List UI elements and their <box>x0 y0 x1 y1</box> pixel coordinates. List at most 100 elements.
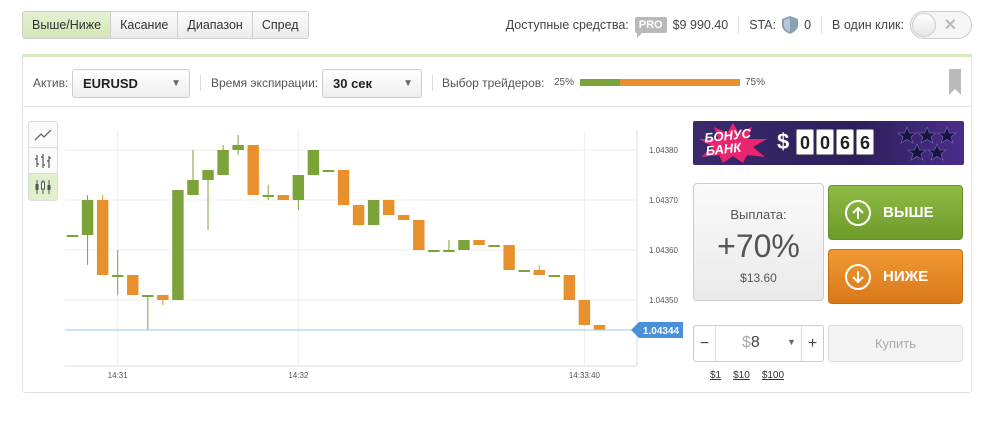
tab-range[interactable]: Диапазон <box>178 12 253 38</box>
bonus-currency: $ <box>777 129 790 154</box>
x-tick-label: 14:33:40 <box>569 371 601 380</box>
funds-value: $9 990.40 <box>672 18 729 32</box>
bonus-bank-banner[interactable]: БОНУС БАНК $ 0 0 6 6 <box>693 121 964 165</box>
bonus-counter: 0 0 6 6 <box>796 129 874 155</box>
quick-amount-100[interactable]: $100 <box>762 370 784 381</box>
close-icon: ✕ <box>943 17 957 34</box>
candle-body <box>217 150 229 175</box>
y-tick-label: 1.04370 <box>649 196 678 205</box>
candle-body <box>277 195 290 200</box>
candle-body <box>157 295 169 300</box>
y-tick-label: 1.04350 <box>649 296 678 305</box>
expiry-select[interactable]: 30 сек ▼ <box>322 69 422 98</box>
bookmark-icon[interactable] <box>949 69 961 95</box>
candle-body <box>142 295 154 297</box>
candle-body <box>578 300 591 325</box>
candle-body <box>548 275 561 277</box>
traders-down-percent: 75% <box>745 77 766 88</box>
traders-choice-label: Выбор трейдеров: <box>442 76 545 90</box>
payout-label: Выплата: <box>730 207 787 222</box>
candle-body <box>398 215 410 220</box>
chevron-down-icon: ▼ <box>171 78 181 89</box>
y-tick-label: 1.04360 <box>649 246 678 255</box>
candle-body <box>518 270 530 272</box>
bonus-title: БОНУС БАНК <box>704 126 753 159</box>
candle-body <box>262 195 274 197</box>
candle-body <box>322 170 335 172</box>
amount-input[interactable]: $8 <box>742 334 760 352</box>
asset-select[interactable]: EURUSD ▼ <box>72 69 190 98</box>
current-price-label: 1.04344 <box>643 326 680 337</box>
toggle-knob <box>912 13 936 37</box>
traders-up-percent: 25% <box>554 77 575 88</box>
increase-amount-button[interactable]: + <box>801 326 823 361</box>
candle-body <box>503 245 515 270</box>
top-bar: Выше/Ниже Касание Диапазон Спред Доступн… <box>0 0 990 52</box>
candle-body <box>307 150 320 175</box>
candle-body <box>232 145 244 150</box>
candle-body <box>443 250 455 252</box>
quick-amounts: $1 $10 $100 <box>710 370 784 381</box>
divider <box>821 16 823 34</box>
x-tick-label: 14:32 <box>288 371 309 380</box>
trading-panel: Актив: EURUSD ▼ Время экспирации: 30 сек… <box>22 57 972 393</box>
traders-up-bar <box>580 79 620 86</box>
trade-controls: Актив: EURUSD ▼ Время экспирации: 30 сек… <box>23 57 971 107</box>
expiry-label: Время экспирации: <box>211 76 319 90</box>
put-lower-button[interactable]: НИЖЕ <box>828 249 963 304</box>
buy-button[interactable]: Купить <box>828 325 963 362</box>
traders-down-bar <box>620 79 740 86</box>
amount-value: 8 <box>750 334 760 351</box>
candle-body <box>533 270 545 275</box>
bonus-digit: 6 <box>836 129 854 155</box>
candle-body <box>428 250 440 252</box>
funds-label: Доступные средства: <box>505 18 629 32</box>
stars-icon <box>896 125 958 161</box>
candle-body <box>96 200 109 275</box>
asset-label: Актив: <box>33 76 69 90</box>
price-chart[interactable]: 1.04380 1.04370 1.04360 1.04350 14:31 14:32 1… <box>23 114 683 384</box>
candle-body <box>593 325 606 330</box>
candle-body <box>563 275 576 300</box>
asset-value: EURUSD <box>83 76 138 91</box>
arrow-up-icon <box>845 199 871 226</box>
candle-body <box>187 180 199 195</box>
call-higher-button[interactable]: ВЫШЕ <box>828 185 963 240</box>
one-click-label: В один клик: <box>832 18 904 32</box>
candle-body <box>202 170 214 180</box>
tab-touch[interactable]: Касание <box>111 12 179 38</box>
candle-body <box>247 145 259 195</box>
quick-amount-1[interactable]: $1 <box>710 370 721 381</box>
decrease-amount-button[interactable]: − <box>694 326 716 361</box>
divider <box>200 75 201 91</box>
one-click-toggle[interactable]: ✕ <box>910 11 972 39</box>
payout-percent: +70% <box>717 228 800 264</box>
candle-body <box>111 275 124 277</box>
put-lower-label: НИЖЕ <box>883 268 929 285</box>
quick-amount-10[interactable]: $10 <box>733 370 750 381</box>
bonus-digit: 0 <box>796 129 814 155</box>
expiry-value: 30 сек <box>333 76 373 91</box>
divider <box>738 16 740 34</box>
call-higher-label: ВЫШЕ <box>883 204 934 221</box>
shield-icon <box>782 16 799 34</box>
arrow-down-icon <box>845 263 871 290</box>
option-type-tabs: Выше/Ниже Касание Диапазон Спред <box>22 11 309 39</box>
candle-body <box>382 200 395 215</box>
tab-high-low[interactable]: Выше/Ниже <box>23 12 112 38</box>
pro-badge: PRO <box>634 17 667 38</box>
sta-value: 0 <box>804 18 812 32</box>
candle-body <box>488 245 500 247</box>
candle-body <box>352 205 365 225</box>
chevron-down-icon[interactable]: ▼ <box>787 337 796 347</box>
tab-spread[interactable]: Спред <box>252 12 308 38</box>
payout-box: Выплата: +70% $13.60 <box>693 183 824 301</box>
candle-body <box>458 240 470 250</box>
x-tick-label: 14:31 <box>108 371 129 380</box>
candle-body <box>127 275 139 295</box>
candle-body <box>81 200 94 235</box>
candle-body <box>172 190 184 300</box>
divider <box>432 75 433 91</box>
candle-body <box>292 175 305 200</box>
candle-body <box>66 235 79 237</box>
